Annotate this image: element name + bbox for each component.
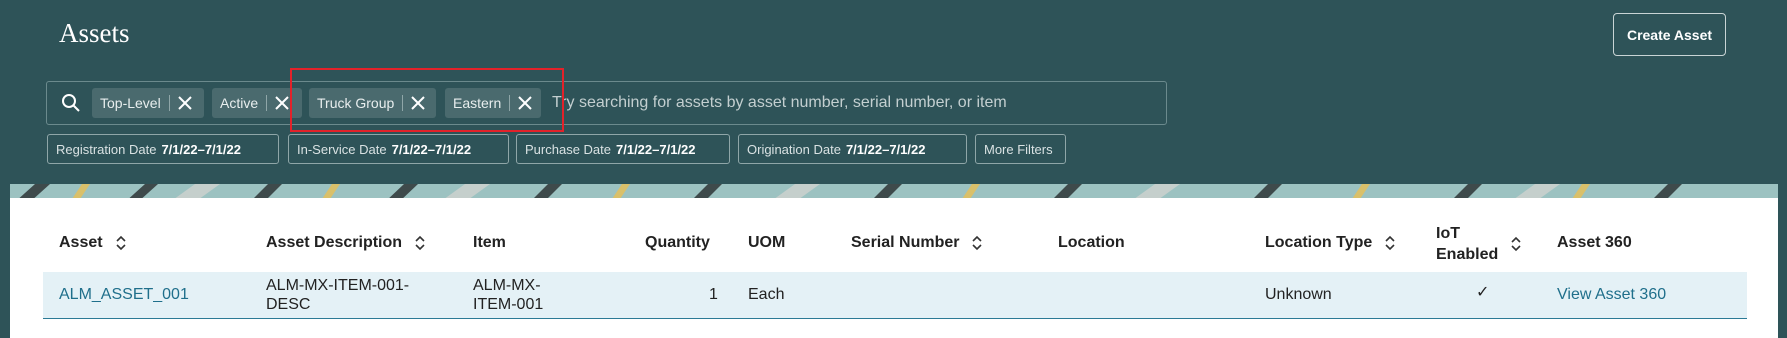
filter-label: Purchase Date [525,141,611,157]
search-input[interactable]: Try searching for assets by asset number… [552,94,1007,112]
filter-label: In-Service Date [297,141,387,157]
filter-value: 7/1/22–7/1/22 [616,141,696,157]
in-service-date-filter[interactable]: In-Service Date 7/1/22–7/1/22 [288,134,509,164]
table-row[interactable]: ALM_ASSET_001 ALM-MX-ITEM-001- DESC ALM-… [43,272,1747,319]
column-header-location: Location [1058,234,1125,252]
item-cell: ALM-MX- ITEM-001 [473,276,543,314]
cell-line: ITEM-001 [473,296,544,313]
filter-chip-top-level: Top-Level [92,88,204,118]
header-label: Asset Description [266,234,403,251]
filter-chip-active: Active [212,88,302,118]
sort-icon[interactable] [1384,235,1396,251]
filter-value: 7/1/22–7/1/22 [391,141,472,157]
chip-label: Top-Level [100,95,161,111]
header-label: Quantity [645,234,710,251]
filter-label: Registration Date [56,141,157,157]
column-header-item: Item [473,234,506,252]
view-asset-360-link[interactable]: View Asset 360 [1557,285,1666,304]
header-label: Location Type [1265,234,1373,251]
asset-number-link[interactable]: ALM_ASSET_001 [59,285,189,304]
column-header-asset[interactable]: Asset [59,234,127,252]
purchase-date-filter[interactable]: Purchase Date 7/1/22–7/1/22 [516,134,730,164]
sort-icon[interactable] [115,235,127,251]
column-header-asset-description[interactable]: Asset Description [266,234,426,252]
chip-label: Active [220,95,259,111]
column-header-iot-enabled[interactable]: IoT Enabled [1436,223,1522,265]
page-title: Assets [59,18,130,48]
quantity-cell: 1 [709,286,718,303]
origination-date-filter[interactable]: Origination Date 7/1/22–7/1/22 [738,134,967,164]
more-filters-button[interactable]: More Filters [975,134,1066,164]
sort-icon[interactable] [1510,236,1522,252]
cell-line: DESC [266,296,311,313]
column-header-quantity: Quantity [645,234,710,252]
filter-value: 7/1/22–7/1/22 [161,141,241,157]
iot-enabled-check-icon: ✓ [1476,284,1490,301]
search-bar[interactable]: Top-Level Active Truck Group Eastern Try… [46,81,1167,125]
cell-line: ALM-MX-ITEM-001- [266,277,410,294]
header-label: Asset [59,234,103,251]
column-header-serial-number[interactable]: Serial Number [851,234,983,252]
header-label: UOM [748,234,786,251]
filter-label: Origination Date [747,141,841,157]
create-asset-button[interactable]: Create Asset [1613,13,1726,56]
uom-cell: Each [748,286,785,303]
filter-value: 7/1/22–7/1/22 [845,141,926,157]
cell-line: ALM-MX- [473,277,541,294]
header-label: Enabled [1436,246,1499,263]
header-label: Item [473,234,506,251]
asset-description-cell: ALM-MX-ITEM-001- DESC [266,276,409,314]
column-header-asset-360: Asset 360 [1557,234,1632,252]
header-label: Serial Number [851,234,960,251]
registration-date-filter[interactable]: Registration Date 7/1/22–7/1/22 [47,134,279,164]
remove-chip-close-icon[interactable] [170,88,200,118]
column-header-uom: UOM [748,234,785,252]
header-label: IoT [1436,225,1460,242]
column-header-location-type[interactable]: Location Type [1265,234,1396,252]
assets-table: Asset Asset Description Item Quantity UO… [10,198,1778,338]
annotation-highlight-box [290,68,564,132]
search-icon[interactable] [61,93,81,113]
sort-icon[interactable] [971,235,983,251]
header-label: Location [1058,234,1125,251]
sort-icon[interactable] [414,235,426,251]
header-label: Asset 360 [1557,234,1632,251]
location-type-cell: Unknown [1265,286,1332,303]
